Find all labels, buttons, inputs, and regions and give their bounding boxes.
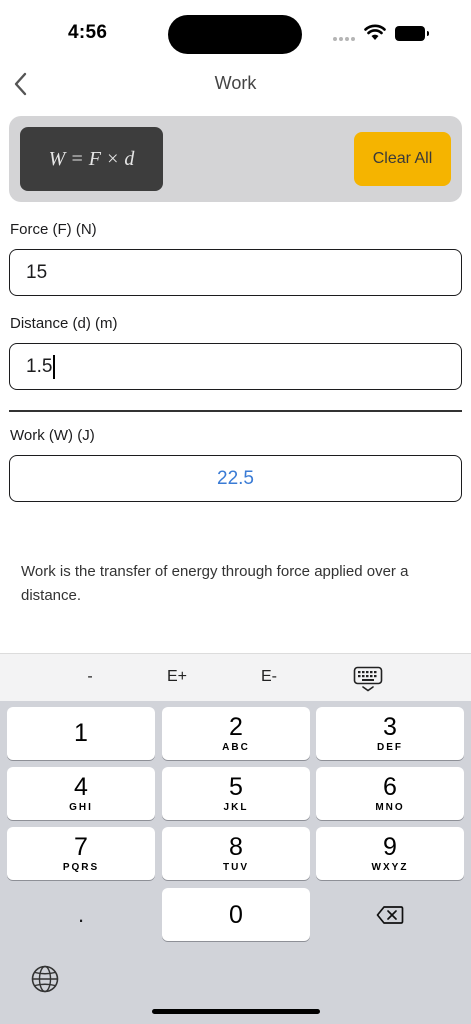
- key-9[interactable]: 9 WXYZ: [316, 827, 464, 880]
- keyboard-accessory-bar: - E+ E-: [0, 653, 471, 701]
- work-result-field: 22.5: [9, 455, 462, 502]
- page-title: Work: [214, 73, 257, 93]
- backspace-icon: [376, 905, 404, 924]
- wifi-icon: [364, 24, 386, 40]
- status-time: 4:56: [68, 22, 108, 43]
- key-3[interactable]: 3 DEF: [316, 707, 464, 760]
- status-bar: 4:56: [0, 0, 471, 70]
- description-text: Work is the transfer of energy through f…: [21, 563, 409, 604]
- e-minus-button[interactable]: E-: [239, 668, 299, 686]
- distance-label: Distance (d) (m): [10, 315, 118, 332]
- key-4[interactable]: 4 GHI: [7, 767, 155, 820]
- home-indicator: [152, 1009, 320, 1014]
- cellular-signal-icon: [333, 37, 355, 41]
- clear-all-button[interactable]: Clear All: [354, 132, 451, 186]
- key-decimal[interactable]: .: [7, 888, 155, 941]
- distance-value: 1.5: [26, 355, 53, 377]
- distance-input[interactable]: 1.5: [9, 343, 462, 390]
- text-caret: [53, 354, 55, 379]
- force-value: 15: [26, 261, 48, 283]
- delete-key[interactable]: [316, 888, 464, 941]
- work-result-value: 22.5: [217, 467, 254, 489]
- keyboard-dismiss-icon[interactable]: [353, 666, 383, 692]
- formula-display: W = F × d: [20, 127, 163, 191]
- battery-icon: [395, 26, 429, 41]
- key-7[interactable]: 7 PQRS: [7, 827, 155, 880]
- key-2[interactable]: 2 ABC: [162, 707, 310, 760]
- work-label: Work (W) (J): [10, 427, 95, 444]
- key-1[interactable]: 1: [7, 707, 155, 760]
- force-input[interactable]: 15: [9, 249, 462, 296]
- key-0[interactable]: 0: [162, 888, 310, 941]
- divider: [9, 410, 462, 412]
- e-plus-button[interactable]: E+: [147, 668, 207, 686]
- force-label: Force (F) (N): [10, 221, 97, 238]
- dynamic-island: [168, 15, 302, 54]
- numeric-keypad: 1 2 ABC 3 DEF 4 GHI 5 JKL 6 MNO 7 PQRS 8…: [0, 701, 471, 1024]
- key-8[interactable]: 8 TUV: [162, 827, 310, 880]
- key-6[interactable]: 6 MNO: [316, 767, 464, 820]
- minus-button[interactable]: -: [60, 668, 120, 686]
- key-5[interactable]: 5 JKL: [162, 767, 310, 820]
- formula-card: W = F × d Clear All: [9, 116, 462, 202]
- globe-icon[interactable]: [30, 964, 60, 994]
